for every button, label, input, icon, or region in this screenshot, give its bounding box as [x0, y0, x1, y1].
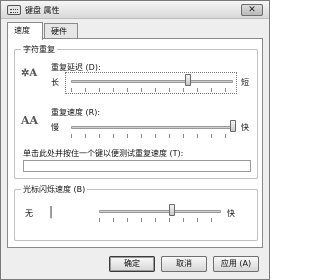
speed-panel: 字符重复 ✲A 重复延迟 (D): 长 短 AA 重复速度 (R): 慢 快 单…: [7, 38, 263, 248]
repeat-delay-slider-track[interactable]: [71, 80, 233, 83]
repeat-test-input[interactable]: [23, 160, 251, 172]
cursor-blink-title: 光标闪烁速度 (B): [21, 184, 88, 195]
tab-speed[interactable]: 速度: [7, 22, 43, 40]
keyboard-icon: [7, 5, 21, 15]
cursor-blink-slider-thumb[interactable]: [169, 204, 176, 216]
repeat-rate-slider-track[interactable]: [71, 126, 233, 129]
window-title: 键盘 属性: [25, 6, 60, 15]
repeat-delay-icon: ✲A: [21, 68, 38, 79]
cancel-button[interactable]: 取消: [161, 256, 207, 272]
repeat-delay-ticks: [71, 88, 233, 92]
character-repeat-title: 字符重复: [21, 44, 57, 55]
keyboard-properties-window: 键盘 属性 ✕ 速度 硬件 字符重复 ✲A 重复延迟 (D): 长 短 AA 重…: [0, 0, 270, 280]
repeat-rate-slider-thumb[interactable]: [230, 120, 236, 132]
character-repeat-group: 字符重复 ✲A 重复延迟 (D): 长 短 AA 重复速度 (R): 慢 快 单…: [14, 44, 258, 179]
repeat-rate-fast-label: 快: [241, 123, 249, 132]
tab-hardware[interactable]: 硬件: [44, 23, 78, 39]
close-button[interactable]: ✕: [241, 4, 263, 16]
cursor-blink-fast-label: 快: [227, 209, 235, 218]
repeat-rate-ticks: [71, 134, 233, 138]
text-cursor-icon: |: [49, 204, 54, 218]
repeat-test-label: 单击此处并按住一个键以便测试重复速度 (T):: [23, 149, 184, 158]
apply-button[interactable]: 应用 (A): [213, 256, 259, 272]
cursor-blink-ticks: [99, 218, 221, 222]
repeat-rate-icon: AA: [21, 114, 39, 127]
cursor-blink-slider-track[interactable]: [99, 210, 221, 213]
repeat-delay-slider-thumb[interactable]: [184, 74, 191, 86]
cursor-blink-group: 光标闪烁速度 (B) 无 | 快: [14, 184, 258, 241]
title-bar: 键盘 属性 ✕: [1, 1, 269, 19]
repeat-rate-slow-label: 慢: [51, 123, 59, 132]
repeat-delay-short-label: 短: [241, 78, 249, 87]
repeat-delay-long-label: 长: [51, 78, 59, 87]
ok-button[interactable]: 确定: [109, 256, 155, 272]
cursor-blink-none-label: 无: [25, 209, 33, 218]
repeat-rate-label: 重复速度 (R):: [51, 108, 101, 117]
